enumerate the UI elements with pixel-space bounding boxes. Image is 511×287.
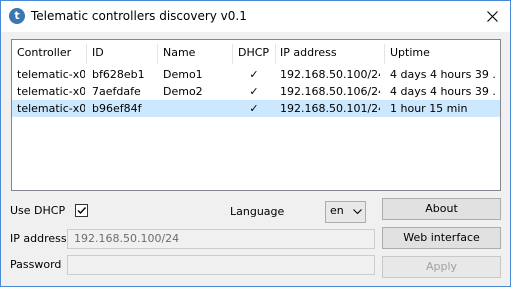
table-header: Controller ID Name DHCP IP address Uptim… xyxy=(12,44,500,64)
about-button[interactable]: About xyxy=(382,198,501,220)
column-header-id[interactable]: ID xyxy=(92,44,158,64)
web-interface-button[interactable]: Web interface xyxy=(382,227,501,249)
table-row[interactable]: telematic-x0 7aefdafe Demo2 ✓ 192.168.50… xyxy=(12,83,500,100)
use-dhcp-label: Use DHCP xyxy=(10,204,66,217)
column-separator[interactable] xyxy=(86,44,87,64)
close-button[interactable] xyxy=(475,1,510,32)
cell-uptime: 4 days 4 hours 39 ... xyxy=(390,68,496,81)
cell-name: Demo2 xyxy=(163,85,203,98)
title-bar[interactable]: t Telematic controllers discovery v0.1 xyxy=(1,1,510,32)
language-value: en xyxy=(330,204,344,217)
column-separator[interactable] xyxy=(384,44,385,64)
cell-id: 7aefdafe xyxy=(92,85,141,98)
cell-uptime: 1 hour 15 min xyxy=(390,102,468,115)
cell-dhcp: ✓ xyxy=(249,68,259,81)
column-header-controller[interactable]: Controller xyxy=(17,44,85,64)
cell-id: b96ef84f xyxy=(92,102,142,115)
cell-dhcp: ✓ xyxy=(249,85,259,98)
cell-ip: 192.168.50.100/24 xyxy=(280,68,380,81)
ip-address-value: 192.168.50.100/24 xyxy=(74,232,180,245)
column-header-name[interactable]: Name xyxy=(163,44,233,64)
ip-address-label: IP address xyxy=(10,232,67,245)
cell-name xyxy=(163,100,233,117)
password-field[interactable] xyxy=(67,255,375,275)
use-dhcp-checkbox[interactable] xyxy=(75,204,88,217)
cell-controller: telematic-x0 xyxy=(17,102,85,115)
cell-controller: telematic-x0 xyxy=(17,85,85,98)
ip-address-field[interactable]: 192.168.50.100/24 xyxy=(67,229,375,249)
apply-button[interactable]: Apply xyxy=(382,256,501,278)
window-title: Telematic controllers discovery v0.1 xyxy=(31,9,247,23)
password-label: Password xyxy=(10,258,62,271)
language-select[interactable]: en xyxy=(325,201,366,223)
checkmark-icon xyxy=(77,207,87,215)
app-icon: t xyxy=(9,8,25,24)
close-icon xyxy=(487,11,498,22)
cell-id: bf628eb1 xyxy=(92,68,145,81)
cell-ip: 192.168.50.101/24 xyxy=(280,102,380,115)
column-header-dhcp[interactable]: DHCP xyxy=(238,44,274,64)
column-separator[interactable] xyxy=(232,44,233,64)
app-window: t Telematic controllers discovery v0.1 C… xyxy=(0,0,511,287)
table-row-selected[interactable]: telematic-x0 b96ef84f ✓ 192.168.50.101/2… xyxy=(12,100,500,117)
controllers-table[interactable]: Controller ID Name DHCP IP address Uptim… xyxy=(11,39,501,191)
cell-name: Demo1 xyxy=(163,68,203,81)
cell-ip: 192.168.50.106/24 xyxy=(280,85,380,98)
column-separator[interactable] xyxy=(157,44,158,64)
table-row[interactable]: telematic-x0 bf628eb1 Demo1 ✓ 192.168.50… xyxy=(12,66,500,83)
column-header-uptime[interactable]: Uptime xyxy=(390,44,496,64)
column-separator[interactable] xyxy=(275,44,276,64)
cell-dhcp: ✓ xyxy=(249,102,259,115)
chevron-down-icon xyxy=(353,209,362,215)
cell-uptime: 4 days 4 hours 39 ... xyxy=(390,85,496,98)
cell-controller: telematic-x0 xyxy=(17,68,85,81)
language-label: Language xyxy=(230,205,285,218)
column-header-ip[interactable]: IP address xyxy=(280,44,380,64)
